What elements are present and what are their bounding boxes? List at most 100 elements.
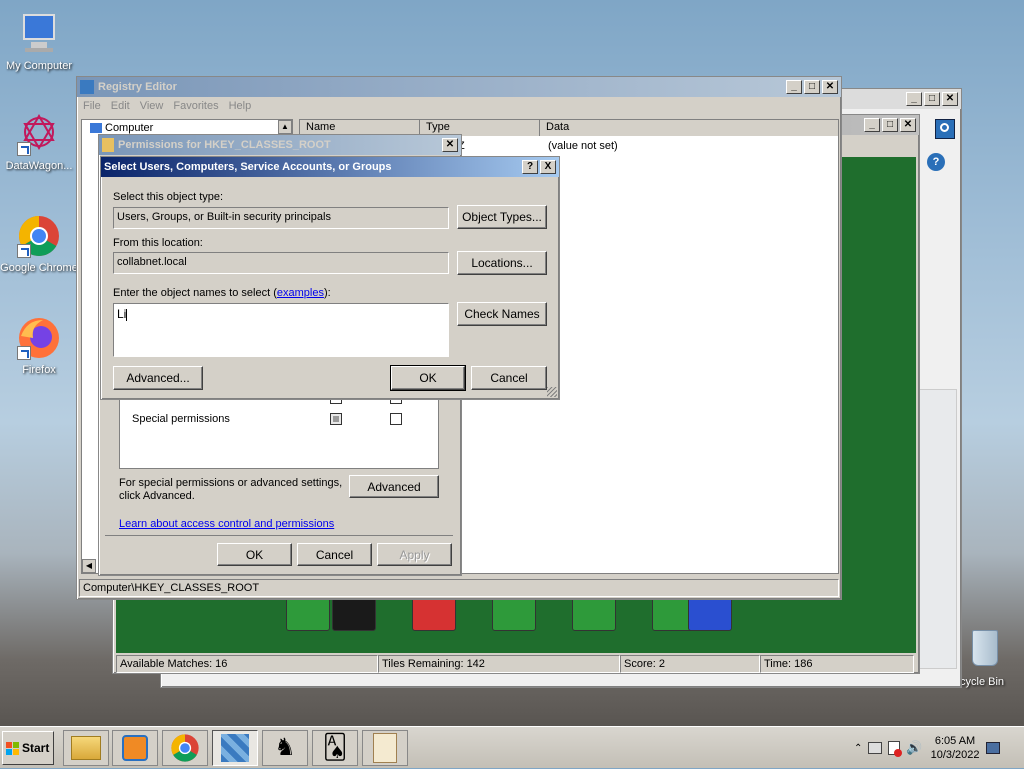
column-data[interactable]: Data <box>540 120 830 136</box>
locations-button[interactable]: Locations... <box>457 251 547 275</box>
desktop-icon-label: Google Chrome <box>0 262 78 274</box>
menu-help[interactable]: Help <box>229 100 252 112</box>
close-button[interactable]: ✕ <box>942 92 958 106</box>
desktop-icon-label: cycle Bin <box>960 676 1005 688</box>
game-tile[interactable] <box>492 597 536 631</box>
close-button[interactable]: ✕ <box>822 80 838 94</box>
desktop-icon-firefox[interactable]: Firefox <box>0 316 78 376</box>
minimize-button[interactable]: _ <box>864 118 880 132</box>
firefox-icon <box>17 316 61 360</box>
network-icon[interactable] <box>868 742 883 754</box>
perm-special-allow-checkbox[interactable] <box>330 413 342 425</box>
chrome-icon <box>17 214 61 258</box>
close-button[interactable]: ✕ <box>442 138 458 152</box>
select-users-dialog[interactable]: Select Users, Computers, Service Account… <box>100 156 560 400</box>
taskbar-mahjong[interactable] <box>362 730 408 766</box>
game-tile[interactable] <box>332 597 376 631</box>
show-desktop-icon[interactable] <box>985 742 1000 754</box>
registry-icon <box>80 80 94 94</box>
action-center-icon[interactable] <box>888 741 903 757</box>
menu-file[interactable]: File <box>83 100 101 112</box>
game-statusbar: Available Matches: 16 Tiles Remaining: 1… <box>116 655 916 673</box>
permissions-titlebar[interactable]: Permissions for HKEY_CLASSES_ROOT ✕ <box>99 135 461 155</box>
registry-titlebar[interactable]: Registry Editor _ □ ✕ <box>77 77 841 97</box>
game-tile[interactable] <box>688 597 732 631</box>
resize-grip-icon[interactable] <box>547 387 557 397</box>
object-names-input[interactable]: Li <box>113 303 449 357</box>
select-ok-button[interactable]: OK <box>390 365 466 391</box>
select-advanced-button[interactable]: Advanced... <box>113 366 203 390</box>
system-tray: ⌃ 🔊 6:05 AM 10/3/2022 <box>848 727 1024 769</box>
clock[interactable]: 6:05 AM 10/3/2022 <box>931 734 980 762</box>
taskbar-registry-editor[interactable] <box>212 730 258 766</box>
help-button[interactable]: ? <box>522 160 538 174</box>
registry-statusbar: Computer\HKEY_CLASSES_ROOT <box>79 579 839 597</box>
desktop-icon-my-computer[interactable]: My Computer <box>0 12 78 72</box>
menu-bar: File Edit View Favorites Help <box>83 100 251 112</box>
game-tile[interactable] <box>572 597 616 631</box>
close-button[interactable]: X <box>540 160 556 174</box>
object-type-label: Select this object type: <box>113 191 224 203</box>
taskbar-media-player[interactable] <box>112 730 158 766</box>
window-title: Registry Editor <box>98 81 177 93</box>
advanced-note-line1: For special permissions or advanced sett… <box>119 477 343 489</box>
advanced-note-line2: click Advanced. <box>119 490 195 502</box>
menu-edit[interactable]: Edit <box>111 100 130 112</box>
maximize-button[interactable]: □ <box>882 118 898 132</box>
check-names-button[interactable]: Check Names <box>457 302 547 326</box>
text-cursor <box>126 308 128 321</box>
chrome-icon <box>171 734 199 762</box>
perm-special-deny-checkbox[interactable] <box>390 413 402 425</box>
clock-date: 10/3/2022 <box>930 749 980 761</box>
desktop-icon-datawagon[interactable]: DataWagon... <box>0 112 78 172</box>
shortcut-arrow-icon <box>17 244 31 258</box>
examples-link[interactable]: examples <box>277 287 324 299</box>
clock-time: 6:05 AM <box>934 735 976 747</box>
minimize-button[interactable]: _ <box>786 80 802 94</box>
taskbar: Start ♞ 🂡 ⌃ 🔊 6:05 AM 10/3/2022 <box>0 726 1024 768</box>
taskbar-solitaire[interactable]: 🂡 <box>312 730 358 766</box>
start-button[interactable]: Start <box>2 731 54 765</box>
registry-icon <box>221 734 249 762</box>
search-button[interactable] <box>935 119 955 139</box>
available-matches: Available Matches: 16 <box>116 655 378 673</box>
chess-icon: ♞ <box>274 734 296 761</box>
score: Score: 2 <box>620 655 760 673</box>
taskbar-chess[interactable]: ♞ <box>262 730 308 766</box>
maximize-button[interactable]: □ <box>804 80 820 94</box>
close-button[interactable]: ✕ <box>900 118 916 132</box>
tree-item-computer[interactable]: Computer <box>90 122 153 134</box>
tree-item-label: Computer <box>105 122 154 134</box>
tiles-remaining: Tiles Remaining: 142 <box>378 655 620 673</box>
permissions-advanced-button[interactable]: Advanced <box>349 475 439 498</box>
dialog-title: Select Users, Computers, Service Account… <box>104 161 392 173</box>
menu-favorites[interactable]: Favorites <box>173 100 218 112</box>
scroll-up-button[interactable]: ▲ <box>278 120 292 134</box>
taskbar-chrome[interactable] <box>162 730 208 766</box>
permissions-cancel-button[interactable]: Cancel <box>297 543 372 566</box>
permissions-apply-button[interactable]: Apply <box>377 543 452 566</box>
scroll-left-button[interactable]: ◀ <box>82 559 96 573</box>
shortcut-arrow-icon <box>17 346 31 360</box>
permissions-ok-button[interactable]: OK <box>217 543 292 566</box>
show-hidden-icons-icon[interactable]: ⌃ <box>854 743 862 754</box>
dialog-title: Permissions for HKEY_CLASSES_ROOT <box>118 139 331 151</box>
game-tile[interactable] <box>412 597 456 631</box>
time: Time: 186 <box>760 655 914 673</box>
select-cancel-button[interactable]: Cancel <box>471 366 547 390</box>
desktop-icon-google-chrome[interactable]: Google Chrome <box>0 214 78 274</box>
select-dialog-titlebar[interactable]: Select Users, Computers, Service Account… <box>101 157 559 177</box>
media-player-icon <box>122 735 148 761</box>
permissions-icon <box>102 138 114 152</box>
perm-special-label: Special permissions <box>132 413 230 425</box>
taskbar-explorer[interactable] <box>63 730 109 766</box>
maximize-button[interactable]: □ <box>924 92 940 106</box>
learn-permissions-link[interactable]: Learn about access control and permissio… <box>119 518 334 530</box>
datawagon-icon <box>17 112 61 156</box>
minimize-button[interactable]: _ <box>906 92 922 106</box>
menu-view[interactable]: View <box>140 100 164 112</box>
game-tile[interactable] <box>286 597 330 631</box>
object-types-button[interactable]: Object Types... <box>457 205 547 229</box>
help-icon[interactable]: ? <box>927 153 945 171</box>
volume-icon[interactable]: 🔊 <box>906 740 922 756</box>
